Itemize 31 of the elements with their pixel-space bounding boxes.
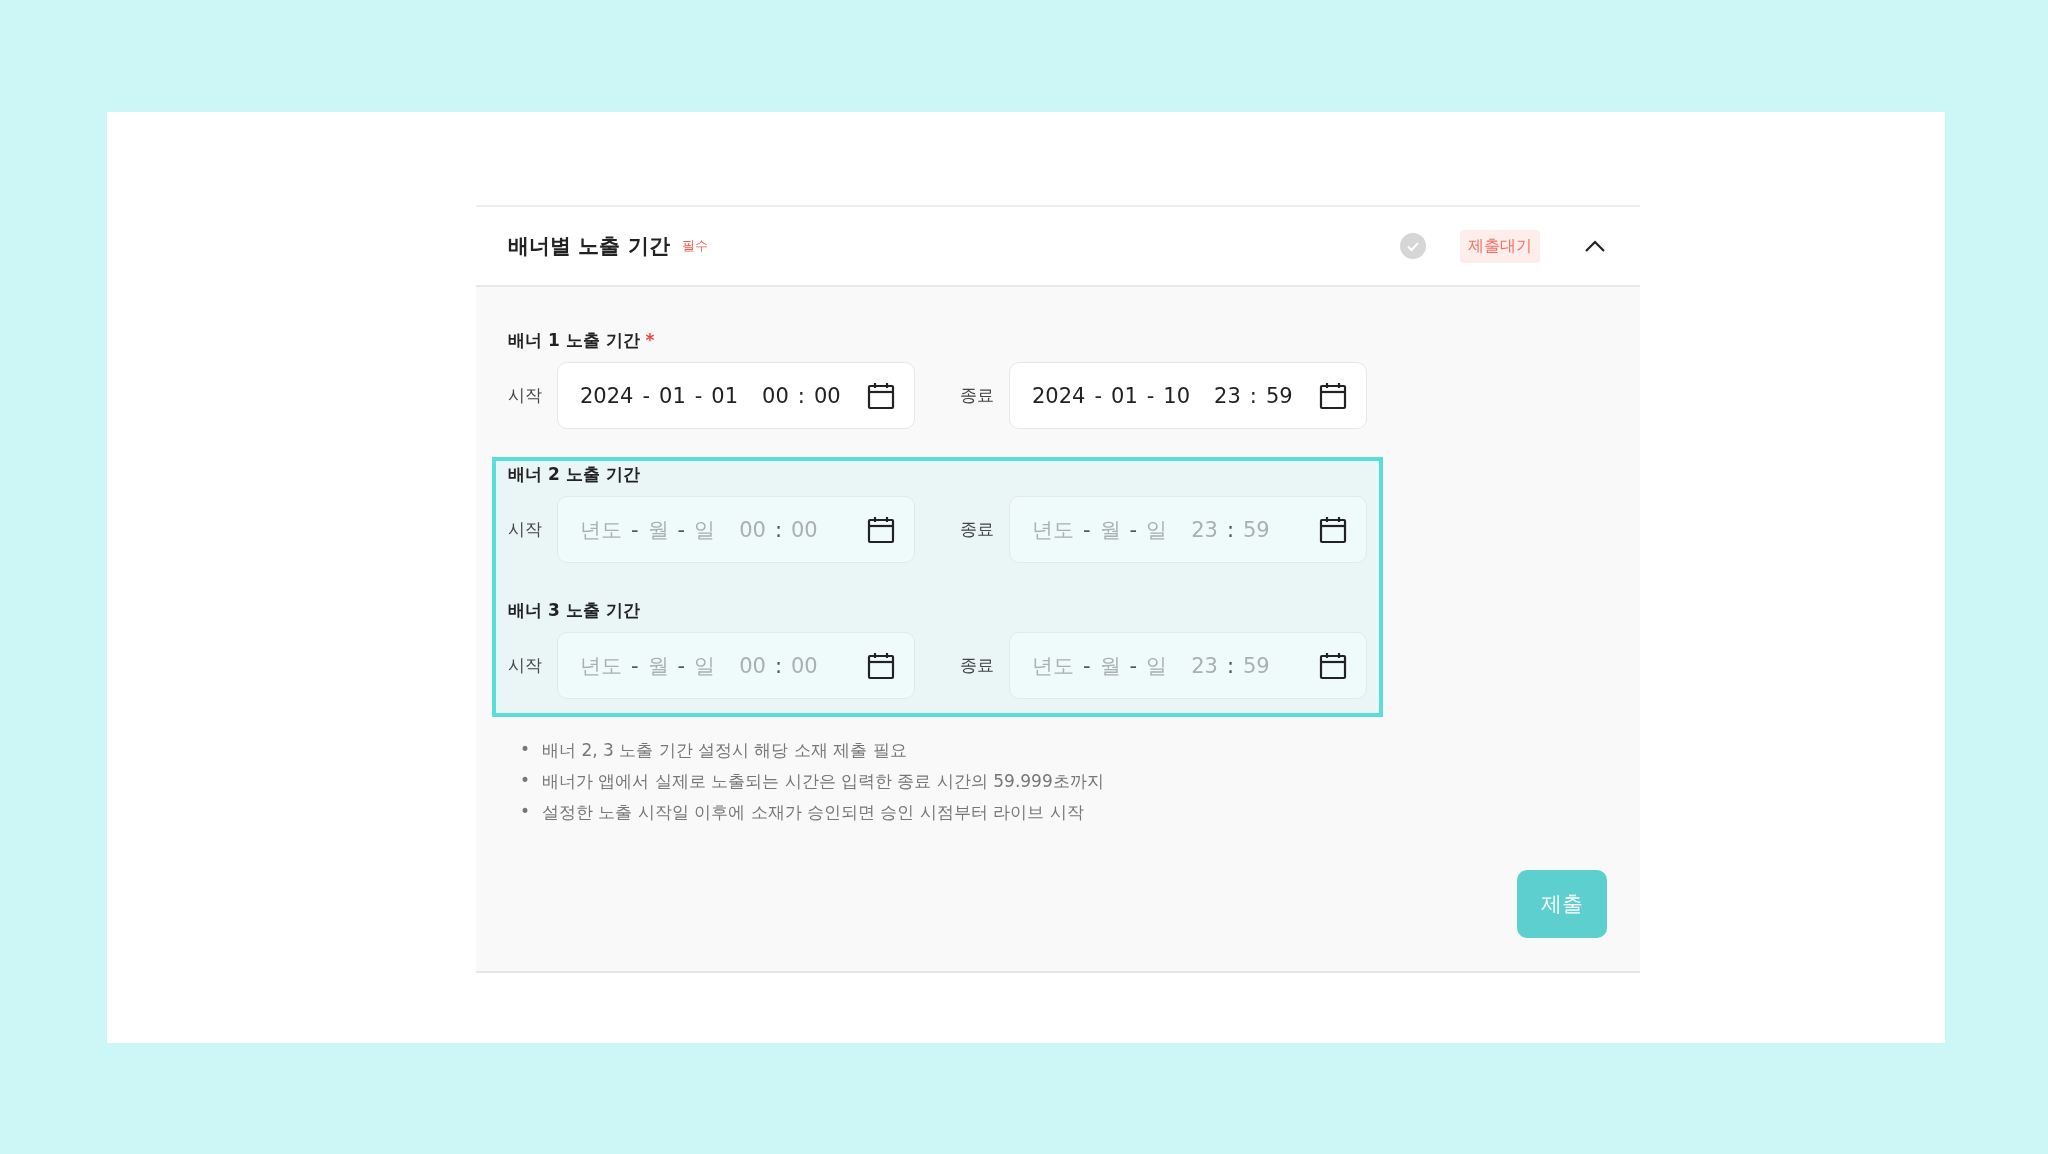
bullet: • [520,801,531,823]
banner-title: 배너 2 노출 기간 [508,463,641,486]
note-text: 설정한 노출 시작일 이후에 소재가 승인되면 승인 시점부터 라이브 시작 [542,801,1084,824]
bullet: • [520,770,531,792]
date-time-field[interactable]: 년도 - 월 - 일 00 : 00 [557,632,915,699]
date-time-field[interactable]: 2024 - 01 - 10 23 : 59 [1009,362,1367,429]
required-tag: 필수 [681,237,708,255]
status-badge: 제출대기 [1460,229,1540,263]
chevron-icon [1584,239,1606,253]
field-label: 종료 [960,518,995,541]
section-title: 배너별 노출 기간 [508,233,670,260]
field-label: 시작 [508,518,543,541]
field-label: 종료 [960,384,995,407]
note-text: 배너가 앱에서 실제로 노출되는 시간은 입력한 종료 시간의 59.999초까지 [542,770,1104,793]
calendar-icon[interactable] [1318,650,1348,681]
calendar-icon[interactable] [1318,380,1348,411]
bullet: • [520,739,531,761]
calendar-icon[interactable] [866,380,896,411]
field-label: 시작 [508,384,543,407]
note-text: 배너 2, 3 노출 기간 설정시 해당 소재 제출 필요 [542,739,907,762]
field-label: 시작 [508,654,543,677]
date-time-field[interactable]: 2024 - 01 - 01 00 : 00 [557,362,915,429]
date-time-field[interactable]: 년도 - 월 - 일 23 : 59 [1009,632,1367,699]
calendar-icon[interactable] [866,650,896,681]
calendar-icon[interactable] [866,514,896,545]
date-time-field[interactable]: 년도 - 월 - 일 23 : 59 [1009,496,1367,563]
date-time-field[interactable]: 년도 - 월 - 일 00 : 00 [557,496,915,563]
banner-title: 배너 3 노출 기간 [508,599,641,622]
banner-title: 배너 1 노출 기간 * [508,329,656,352]
calendar-icon[interactable] [1318,514,1348,545]
field-label: 종료 [960,654,995,677]
